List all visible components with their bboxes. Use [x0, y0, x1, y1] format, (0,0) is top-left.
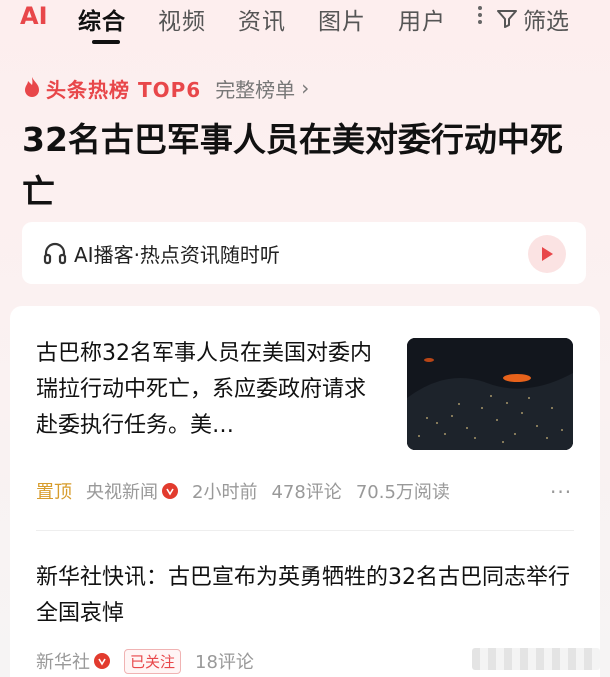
hot-headline[interactable]: 32名古巴军事人员在美对委行动中死亡 — [22, 114, 592, 218]
podcast-label: AI播客·热点资讯随时听 — [74, 242, 280, 267]
night-city-fire-image — [407, 338, 573, 450]
chevron-right-icon: › — [301, 76, 310, 100]
ai-podcast-bar[interactable]: AI播客·热点资讯随时听 — [22, 222, 586, 284]
filter-button[interactable]: 筛选 — [495, 2, 569, 36]
followed-badge[interactable]: 已关注 — [124, 648, 182, 674]
tab-video[interactable]: 视频 — [158, 2, 206, 36]
filter-label: 筛选 — [523, 9, 569, 35]
news-feed: 古巴称32名军事人员在美国对委内瑞拉行动中死亡，系应委政府请求赴委执行任务。美…… — [10, 306, 600, 677]
flame-icon — [25, 77, 39, 97]
verified-icon — [94, 653, 110, 669]
blurred-watermark — [472, 648, 600, 670]
tab-images[interactable]: 图片 — [318, 2, 366, 36]
tab-ai[interactable]: AI — [20, 2, 48, 30]
divider — [36, 530, 574, 531]
comment-count[interactable]: 18评论 — [195, 648, 254, 674]
tab-overflow-icon[interactable] — [478, 6, 482, 30]
full-list-link[interactable]: 完整榜单 — [215, 74, 295, 103]
publish-time: 2小时前 — [192, 482, 258, 503]
tab-users[interactable]: 用户 — [398, 2, 446, 36]
source-name[interactable]: 央视新闻 — [86, 478, 158, 504]
comment-count[interactable]: 478评论 — [271, 478, 341, 504]
news-item-1-title[interactable]: 古巴称32名军事人员在美国对委内瑞拉行动中死亡，系应委政府请求赴委执行任务。美… — [36, 336, 386, 444]
tab-comprehensive[interactable]: 综合 — [78, 2, 126, 36]
pinned-label: 置顶 — [36, 482, 72, 503]
verified-icon — [162, 483, 178, 499]
play-icon — [542, 247, 553, 261]
news-item-1-thumbnail[interactable] — [407, 338, 573, 450]
tab-news[interactable]: 资讯 — [238, 2, 286, 36]
play-button[interactable] — [528, 235, 566, 273]
top-tab-bar: AI 综合 视频 资讯 图片 用户 筛选 — [0, 0, 610, 50]
filter-icon — [497, 10, 517, 28]
news-item-2-title[interactable]: 新华社快讯：古巴宣布为英勇牺牲的32名古巴同志举行全国哀悼 — [36, 560, 576, 632]
source-name[interactable]: 新华社 — [36, 648, 90, 674]
more-options-icon[interactable]: ··· — [550, 480, 572, 504]
news-item-1-meta: 置顶 央视新闻 2小时前 478评论 70.5万阅读 — [36, 478, 464, 504]
read-count: 70.5万阅读 — [355, 482, 450, 503]
hot-list-title: 头条热榜 TOP6 — [46, 77, 202, 102]
hot-list-header[interactable]: 头条热榜 TOP6 完整榜单 › — [22, 74, 309, 102]
headphones-icon — [43, 242, 67, 265]
active-tab-indicator — [92, 40, 120, 44]
news-item-2-meta: 新华社 已关注 18评论 — [36, 648, 268, 674]
